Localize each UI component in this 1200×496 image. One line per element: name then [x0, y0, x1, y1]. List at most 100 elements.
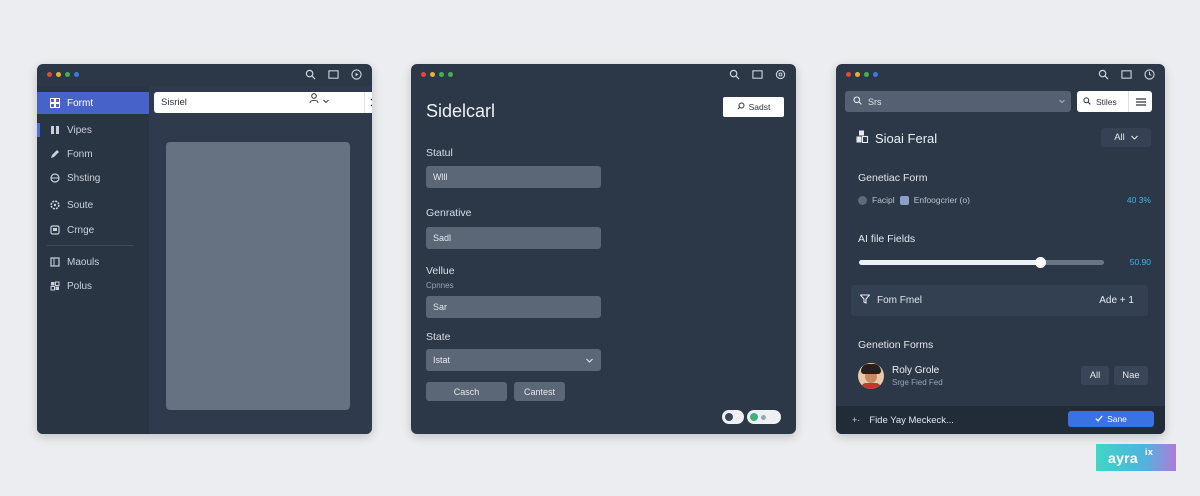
grid-icon: [50, 98, 60, 108]
window-icon[interactable]: [328, 69, 339, 80]
main-area: Sisriel: [149, 86, 372, 434]
search-icon[interactable]: [729, 69, 740, 80]
contest-button[interactable]: Cantest: [514, 382, 565, 401]
save-label: Sane: [1107, 414, 1127, 424]
close-icon[interactable]: [364, 92, 372, 113]
section-title: Genetion Forms: [858, 339, 934, 351]
window-icon[interactable]: [1121, 69, 1132, 80]
sidebar: Formt Vipes Fonm Shsting Soute Crnge Mao…: [37, 86, 149, 434]
profile-subtitle: Srge Fied Fed: [892, 378, 943, 387]
styles-button[interactable]: Stiles: [1077, 91, 1128, 112]
avatar: [858, 363, 884, 389]
filter-dropdown[interactable]: All: [1101, 128, 1151, 147]
toggle-switch[interactable]: [747, 410, 781, 424]
minimize-dot[interactable]: [56, 72, 61, 77]
sidebar-item-soute[interactable]: Soute: [37, 194, 149, 216]
sidebar-item-label: Vipes: [67, 124, 92, 136]
square-icon: [50, 225, 60, 235]
maximize-dot[interactable]: [864, 72, 869, 77]
content-placeholder: [166, 142, 350, 410]
search-input[interactable]: Srs: [845, 91, 1071, 112]
grid-small-icon: [50, 281, 60, 291]
brand-name: ayra: [1108, 449, 1139, 466]
sidebar-item-maouls[interactable]: Maouls: [37, 251, 149, 273]
sidebar-item-fonm[interactable]: Fonm: [37, 143, 149, 165]
filter-icon: [859, 294, 871, 307]
settings-icon: [50, 200, 60, 210]
menu-icon[interactable]: [1128, 91, 1152, 112]
slider[interactable]: [859, 257, 1104, 268]
check-icon: [1095, 414, 1103, 424]
sidebar-item-label: Soute: [67, 199, 94, 211]
search-button[interactable]: Sadst: [723, 97, 784, 117]
field-label: State: [426, 331, 451, 343]
search-icon: [1083, 96, 1091, 107]
sidebar-item-crnge[interactable]: Crnge: [37, 219, 149, 241]
search-icon[interactable]: [305, 69, 316, 80]
chevron-down-icon[interactable]: [323, 91, 329, 109]
layout-icon: [50, 257, 60, 267]
window-icon[interactable]: [752, 69, 763, 80]
arrow-icon: +·: [852, 415, 861, 425]
slider-handle[interactable]: [1035, 257, 1047, 268]
dropdown-value: All: [1114, 132, 1125, 143]
window-form: Sidelcarl Sadst Statul Wlll Genrative Sa…: [411, 64, 796, 434]
search-input[interactable]: Sisriel: [154, 92, 364, 113]
value-field[interactable]: Sar: [426, 296, 601, 318]
status-field[interactable]: Wlll: [426, 166, 601, 188]
profile-name: Roly Grole: [892, 365, 940, 376]
play-circle-icon[interactable]: [351, 69, 362, 80]
generative-field[interactable]: Sadl: [426, 227, 601, 249]
chip-label[interactable]: Facipl: [872, 195, 895, 205]
extra-dot[interactable]: [448, 72, 453, 77]
settings-icon[interactable]: [775, 69, 786, 80]
sidebar-item-label: Formt: [67, 97, 94, 109]
page-title: Sidelcarl: [426, 101, 496, 121]
chip-label[interactable]: Enfoogcrier (o): [914, 195, 970, 205]
extra-dot[interactable]: [873, 72, 878, 77]
sidebar-item-polus[interactable]: Polus: [37, 275, 149, 297]
button-label: Sadst: [748, 102, 771, 112]
search-controls: [309, 91, 329, 109]
profile-entry[interactable]: Roly Grole Srge Fied Fed: [858, 363, 943, 389]
toggle-knob: [750, 413, 758, 421]
save-button[interactable]: Sane: [1068, 411, 1154, 427]
field-label: Vellue: [426, 265, 455, 277]
minimize-dot[interactable]: [430, 72, 435, 77]
window-controls: [421, 72, 453, 77]
cancel-button[interactable]: Casch: [426, 382, 507, 401]
close-dot[interactable]: [47, 72, 52, 77]
brand-suffix: ix: [1145, 446, 1154, 457]
add-button[interactable]: Ade + 1: [1099, 295, 1134, 306]
all-button[interactable]: All: [1081, 366, 1109, 385]
sidebar-item-formt[interactable]: Formt: [37, 92, 149, 114]
maximize-dot[interactable]: [439, 72, 444, 77]
sidebar-item-label: Fonm: [67, 148, 93, 160]
window-sidebar-search: Formt Vipes Fonm Shsting Soute Crnge Mao…: [37, 64, 372, 434]
window-controls: [846, 72, 878, 77]
minimize-dot[interactable]: [855, 72, 860, 77]
maximize-dot[interactable]: [65, 72, 70, 77]
close-dot[interactable]: [421, 72, 426, 77]
panel-header: Sioai Feral: [856, 130, 937, 146]
form-row[interactable]: Fom Fmel Ade + 1: [851, 285, 1148, 316]
toggle-switch[interactable]: [722, 410, 744, 424]
new-button[interactable]: Nae: [1114, 366, 1148, 385]
clock-icon[interactable]: [1144, 69, 1155, 80]
field-label: Genrative: [426, 207, 472, 219]
select-value: Istat: [433, 355, 451, 365]
sidebar-item-label: Crnge: [67, 224, 95, 236]
sidebar-item-vipes[interactable]: Vipes: [37, 119, 149, 141]
state-select[interactable]: Istat: [426, 349, 601, 371]
titlebar: [836, 64, 1165, 86]
close-dot[interactable]: [846, 72, 851, 77]
slider-value: 50.90: [1129, 257, 1151, 267]
search-icon[interactable]: [1098, 69, 1109, 80]
extra-dot[interactable]: [74, 72, 79, 77]
sidebar-item-shsting[interactable]: Shsting: [37, 167, 149, 189]
toggle-indicator: [761, 414, 766, 420]
toggle-group: [722, 410, 781, 424]
form-row-label: Fom Fmel: [877, 295, 922, 306]
slider-fill: [859, 260, 1041, 265]
user-icon[interactable]: [309, 91, 319, 109]
